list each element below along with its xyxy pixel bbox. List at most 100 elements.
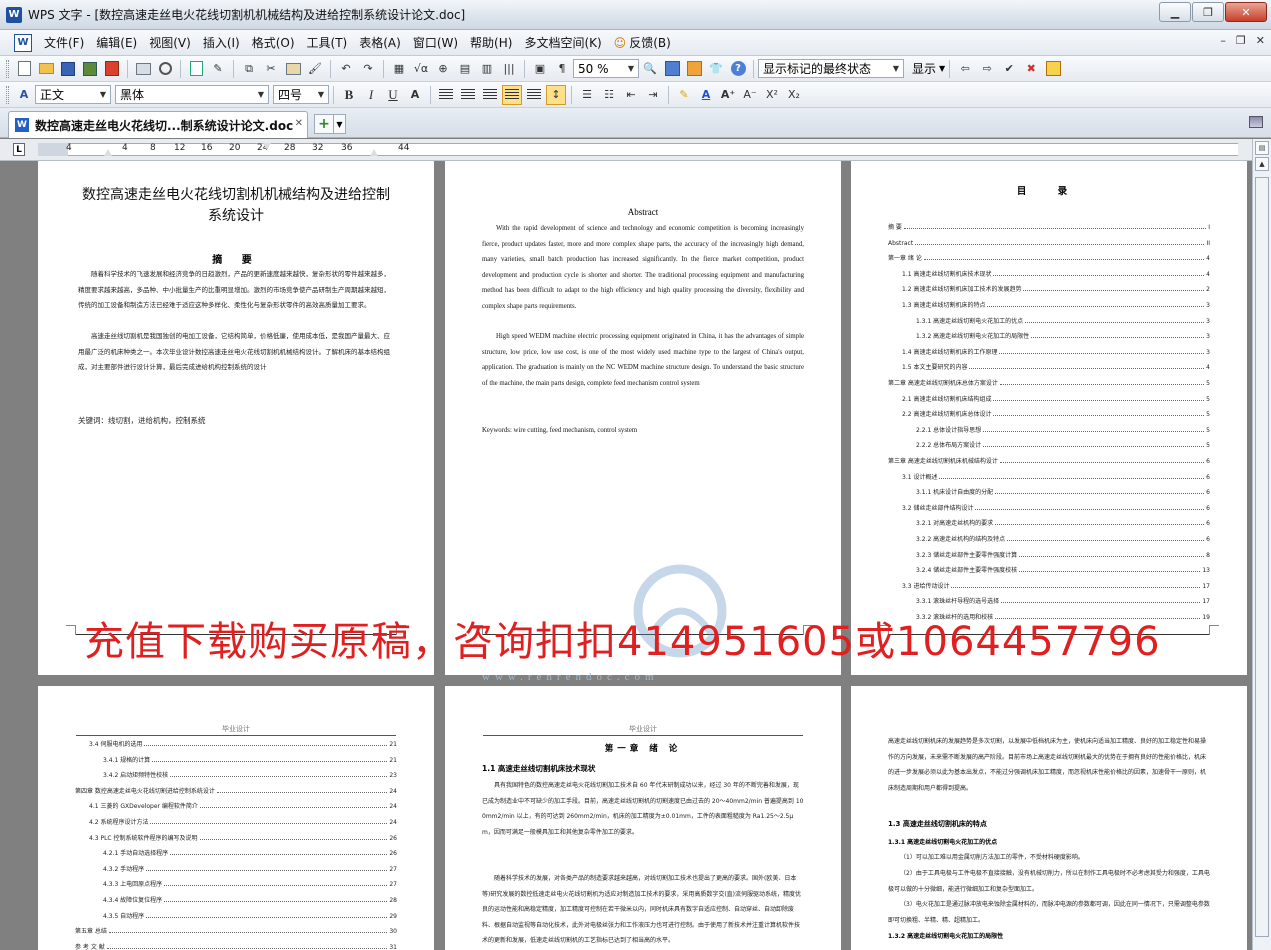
doc-restore-icon[interactable]: ❐ (1236, 34, 1246, 47)
save-as-icon[interactable] (80, 59, 100, 79)
styles-icon[interactable]: A (14, 85, 34, 105)
toc-entry[interactable]: 4.2.1 手动自动选择程序 26 (103, 847, 397, 857)
tab-stop-selector[interactable]: L (13, 143, 25, 156)
brush-icon[interactable]: 🖌 (305, 59, 325, 79)
toc-entry[interactable]: 3.2 储丝走丝部件结构设计 6 (902, 502, 1210, 512)
hyperlink-icon[interactable]: ⊕ (433, 59, 453, 79)
ruler-toggle-icon[interactable]: ▤ (1255, 141, 1269, 155)
toolbar-grip[interactable] (6, 59, 9, 78)
document-workspace[interactable]: 数控高速走丝电火花线切割机机械结构及进给控制系统设计 摘 要 随着科学技术的飞速… (0, 161, 1252, 950)
toc-entry[interactable]: 第五章 总结 30 (75, 925, 397, 935)
toc-entry[interactable]: 1.1 高速走丝线切割机床技术现状 4 (902, 268, 1210, 278)
toc-entry[interactable]: 1.2 高速走丝线切割机床加工技术的发展趋势 2 (902, 283, 1210, 293)
track-changes-select[interactable]: 显示标记的最终状态 ▼ (758, 59, 904, 78)
shirt-icon[interactable]: 👕 (706, 59, 726, 79)
toc-entry[interactable]: 4.1 三菱的 GXDeveloper 编程软件简介 24 (89, 800, 397, 810)
superscript-button[interactable]: X² (762, 85, 782, 105)
font-size-select[interactable]: 四号 ▼ (273, 85, 329, 104)
table-grid-icon[interactable]: ▤ (455, 59, 475, 79)
toc-entry[interactable]: 3.3.1 滚珠丝杆导程的选号选择 17 (916, 595, 1210, 605)
left-indent-marker[interactable] (104, 149, 112, 156)
menu-tools[interactable]: 工具(T) (307, 34, 348, 51)
toc-entry[interactable]: 第二章 高速走丝线切割机床总体方案设计 5 (888, 377, 1210, 387)
toolbar-grip[interactable] (6, 85, 9, 104)
toc-entry[interactable]: 第四章 数控高速走丝电火花线切割进给控制系统设计 24 (75, 785, 397, 795)
toc-entry[interactable]: 2.2.2 总体布局方案设计 5 (916, 439, 1210, 449)
insert-table-icon[interactable]: ▦ (389, 59, 409, 79)
print-preview-icon[interactable] (155, 59, 175, 79)
chevron-down-icon[interactable]: ▼ (624, 60, 638, 77)
save-icon[interactable] (58, 59, 78, 79)
columns-icon[interactable]: ▥ (477, 59, 497, 79)
bullet-list-icon[interactable]: ☷ (599, 85, 619, 105)
formula-icon[interactable]: √α (411, 59, 431, 79)
style-select[interactable]: 正文 ▼ (35, 85, 111, 104)
feedback-icon[interactable]: ☺ (614, 36, 627, 50)
font-color-icon[interactable]: A (696, 85, 716, 105)
doc-close-icon[interactable]: ✕ (1256, 34, 1265, 47)
menu-table[interactable]: 表格(A) (359, 34, 401, 51)
align-right-icon[interactable] (480, 85, 500, 105)
scroll-up-arrow[interactable]: ▲ (1255, 157, 1269, 171)
menu-help[interactable]: 帮助(H) (470, 34, 512, 51)
toc-entry[interactable]: Abstract II (888, 237, 1210, 247)
align-left-icon[interactable] (436, 85, 456, 105)
vertical-scrollbar[interactable]: ▤ ▲ (1252, 139, 1271, 950)
chevron-down-icon[interactable]: ▼ (939, 64, 945, 73)
shrink-font-icon[interactable]: A⁻ (740, 85, 760, 105)
increase-indent-icon[interactable]: ⇥ (643, 85, 663, 105)
new-tab-button[interactable]: + (314, 114, 334, 134)
document-icon[interactable] (662, 59, 682, 79)
display-menu[interactable]: 显示 (912, 60, 936, 77)
menu-insert[interactable]: 插入(I) (203, 34, 240, 51)
underline-button[interactable]: U (383, 85, 403, 105)
document-tab[interactable]: W 数控高速走丝电火花线切...制系统设计论文.doc ✕ (8, 111, 308, 138)
toc-entry[interactable]: 摘 要I (888, 221, 1210, 231)
toc-entry[interactable]: 第一章 绪 论 4 (888, 252, 1210, 262)
redo-icon[interactable]: ↷ (358, 59, 378, 79)
maximize-button[interactable]: ❐ (1192, 2, 1224, 22)
previous-change-icon[interactable]: ⇦ (955, 59, 975, 79)
next-change-icon[interactable]: ⇨ (977, 59, 997, 79)
tab-marker[interactable] (263, 143, 271, 150)
chevron-down-icon[interactable]: ▼ (254, 86, 268, 103)
toc-entry[interactable]: 3.2.1 对高速走丝机构的要求 6 (916, 517, 1210, 527)
toc-entry[interactable]: 第三章 高速走丝线切割机床机械结构设计 6 (888, 455, 1210, 465)
accept-change-icon[interactable]: ✔ (999, 59, 1019, 79)
subscript-button[interactable]: X₂ (784, 85, 804, 105)
right-indent-marker[interactable] (370, 149, 378, 156)
font-select[interactable]: 黑体 ▼ (115, 85, 269, 104)
comment-icon[interactable] (1043, 59, 1063, 79)
print-icon[interactable] (133, 59, 153, 79)
open-folder-icon[interactable] (36, 59, 56, 79)
close-tab-icon[interactable]: ✕ (295, 118, 303, 129)
scroll-thumb[interactable] (1255, 177, 1269, 937)
line-spacing-icon[interactable]: ↕ (546, 84, 566, 105)
highlight-icon[interactable]: ✎ (674, 85, 694, 105)
zoom-select[interactable]: 50 % ▼ (573, 59, 639, 78)
gift-icon[interactable] (684, 59, 704, 79)
toc-entry[interactable]: 2.2.1 总体设计指导思想 5 (916, 424, 1210, 434)
minimize-button[interactable]: ▁ (1159, 2, 1191, 22)
ruler-strip[interactable] (38, 143, 1238, 156)
undo-icon[interactable]: ↶ (336, 59, 356, 79)
toc-entry[interactable]: 2.1 高速走丝线切割机床结构组成 5 (902, 393, 1210, 403)
toc-entry[interactable]: 3.1 设计概述 6 (902, 471, 1210, 481)
format-painter-icon[interactable]: ✎ (208, 59, 228, 79)
menu-file[interactable]: 文件(F) (44, 34, 84, 51)
chevron-down-icon[interactable]: ▼ (334, 114, 346, 134)
export-pdf-icon[interactable] (102, 59, 122, 79)
help-icon[interactable]: ? (728, 59, 748, 79)
reject-change-icon[interactable]: ✖ (1021, 59, 1041, 79)
toc-entry[interactable]: 1.3.2 高速走丝线切割电火花加工的局限性 3 (916, 330, 1210, 340)
horizontal-ruler[interactable]: L 4 4 8 12 16 20 24 28 32 36 44 (0, 139, 1252, 161)
toc-entry[interactable]: 4.3.4 故障位复位程序 28 (103, 894, 397, 904)
toc-entry[interactable]: 1.4 高速走丝线切割机床的工作原理 3 (902, 346, 1210, 356)
doc-minimize-icon[interactable]: – (1220, 34, 1226, 47)
align-justify-icon[interactable] (502, 84, 522, 105)
toc-entry[interactable]: 4.2 系统程序设计方法 24 (89, 816, 397, 826)
tab-list-icon[interactable] (1249, 116, 1263, 128)
toc-entry[interactable]: 3.4 伺服电机的选用 21 (89, 738, 397, 748)
toc-entry[interactable]: 3.2.3 储丝走丝部件主要零件强度计算 8 (916, 549, 1210, 559)
toc-entry[interactable]: 1.3.1 高速走丝线切割电火花加工的优点 3 (916, 315, 1210, 325)
